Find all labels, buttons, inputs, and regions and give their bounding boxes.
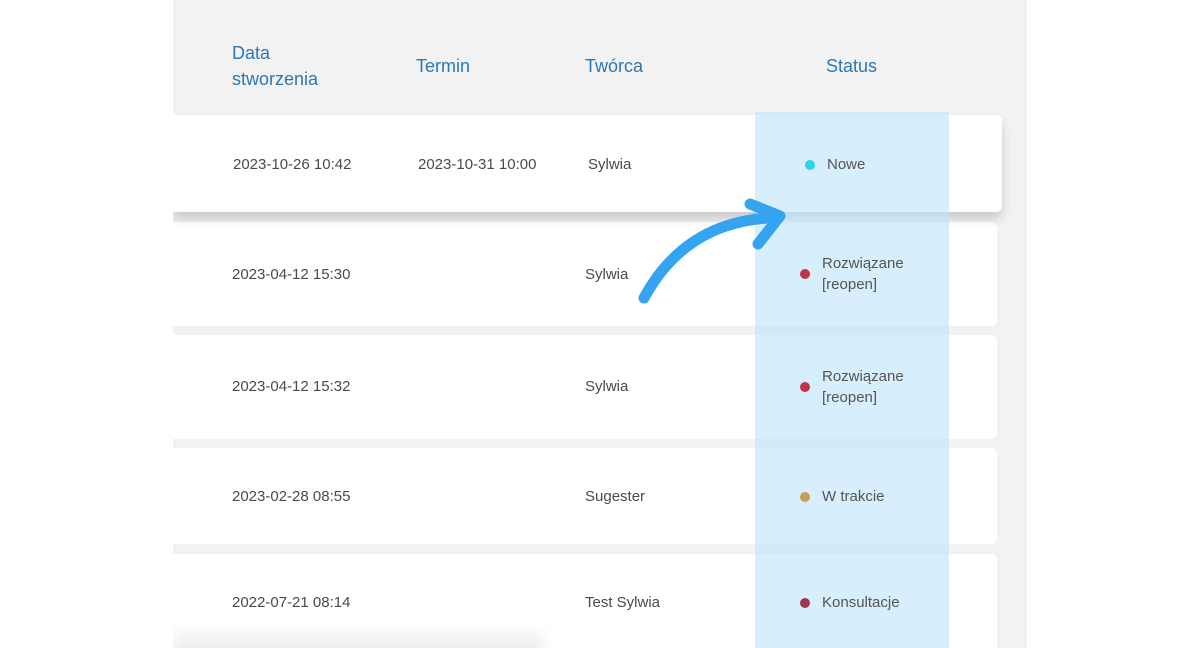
status-dot-icon: [800, 382, 810, 392]
bottom-shadow: [173, 625, 543, 648]
column-header-status[interactable]: Status: [826, 53, 877, 79]
table-row[interactable]: 2023-10-26 10:42 2023-10-31 10:00 Sylwia: [173, 115, 1002, 212]
column-header-created-line1: Data: [232, 43, 271, 63]
tasks-table-panel: Data stworzenia Termin Twórca Status 202…: [173, 0, 1027, 648]
status-dot-icon: [805, 159, 815, 170]
status-label-line1: Rozwiązane: [822, 255, 904, 272]
status-label-line1: Konsultacje: [822, 594, 900, 611]
arrow-shaft: [638, 212, 774, 304]
status-label: Konsultacje: [822, 592, 900, 613]
status-label-line2: [reopen]: [822, 276, 878, 293]
created-date-cell: 2023-02-28 08:55: [232, 488, 351, 505]
status-label: Rozwiązane [reopen]: [822, 366, 904, 408]
status-label-line1: Nowe: [827, 156, 866, 173]
status-badge: Konsultacje: [800, 592, 900, 613]
status-label-line1: W trakcie: [822, 488, 885, 505]
status-badge: Rozwiązane [reopen]: [800, 253, 904, 295]
creator-cell: Sylwia: [588, 156, 632, 173]
status-label: Nowe: [827, 154, 865, 175]
column-header-deadline[interactable]: Termin: [416, 53, 470, 79]
creator-cell: Sugester: [585, 488, 646, 505]
status-badge: Rozwiązane [reopen]: [800, 366, 904, 408]
status-dot-icon: [800, 269, 810, 279]
status-badge: W trakcie: [800, 486, 885, 507]
deadline-cell: 2023-10-31 10:00: [418, 156, 537, 173]
column-header-created[interactable]: Data stworzenia: [232, 40, 318, 92]
status-dot-icon: [800, 597, 810, 608]
creator-cell: Sylwia: [585, 266, 629, 283]
created-date-cell: 2023-04-12 15:32: [232, 378, 351, 395]
column-header-creator[interactable]: Twórca: [585, 53, 643, 79]
status-label-line1: Rozwiązane: [822, 368, 904, 385]
creator-cell: Sylwia: [585, 378, 629, 395]
status-label-line2: [reopen]: [822, 389, 878, 406]
status-label: W trakcie: [822, 486, 885, 507]
status-label: Rozwiązane [reopen]: [822, 253, 904, 295]
created-date-cell: 2023-04-12 15:30: [232, 266, 351, 283]
status-dot-icon: [800, 491, 810, 502]
column-header-created-line2: stworzenia: [232, 69, 319, 89]
created-date-cell: 2022-07-21 08:14: [232, 594, 351, 611]
status-badge: Nowe: [805, 154, 865, 175]
creator-cell: Test Sylwia: [585, 594, 661, 611]
curved-arrow-icon: [638, 198, 786, 304]
created-date-cell: 2023-10-26 10:42: [233, 156, 352, 173]
